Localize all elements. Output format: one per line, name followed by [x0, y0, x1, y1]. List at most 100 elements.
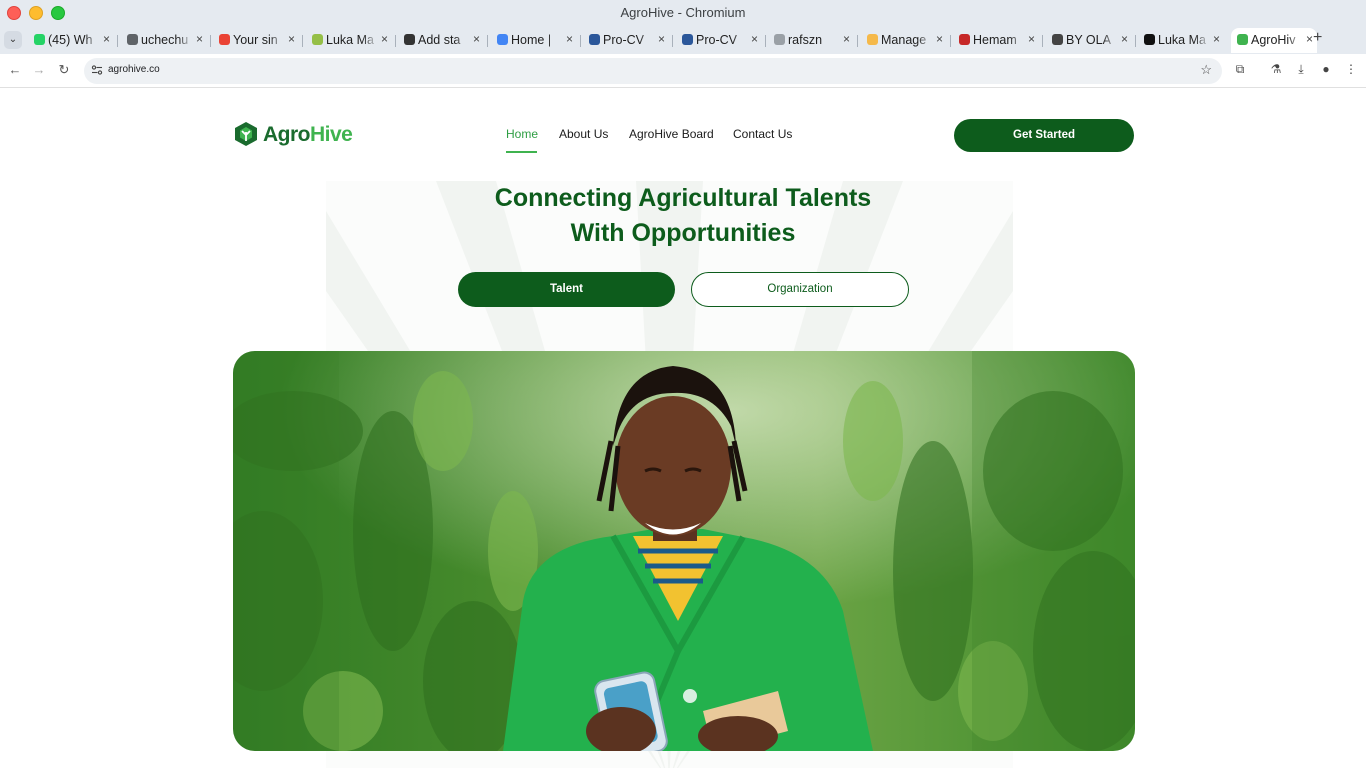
browser-tab[interactable]: Luka Ma × [1138, 28, 1224, 53]
agrohive-logo[interactable]: AgroHive [233, 121, 353, 149]
url-text: agrohive.co [108, 64, 160, 75]
luka-icon [1144, 34, 1155, 45]
tab-title: rafszn [788, 33, 823, 47]
whatsapp-icon [34, 34, 45, 45]
tab-separator [302, 35, 303, 47]
tab-title: (45) Wh [48, 33, 93, 47]
browser-tab[interactable]: Home | × [491, 28, 577, 53]
page-content: AgroHive Home About Us AgroHive Board Co… [0, 89, 1366, 768]
tab-separator [765, 35, 766, 47]
browser-tab[interactable]: Manage × [861, 28, 947, 53]
tab-close-icon[interactable]: × [843, 32, 850, 46]
hand-icon [867, 34, 878, 45]
tab-close-icon[interactable]: × [1306, 32, 1313, 46]
browser-tab[interactable]: Hemam × [953, 28, 1039, 53]
browser-tab[interactable]: AgroHiv × [1231, 28, 1317, 53]
tab-search-button[interactable]: ⌄ [4, 31, 22, 49]
tab-separator [580, 35, 581, 47]
browser-tab[interactable]: Your sin × [213, 28, 299, 53]
tab-separator [487, 35, 488, 47]
ola-icon [1052, 34, 1063, 45]
tab-close-icon[interactable]: × [381, 32, 388, 46]
hero-title-line-1: Connecting Agricultural Talents [494, 184, 872, 212]
browser-tab[interactable]: Pro-CV × [676, 28, 762, 53]
tab-close-icon[interactable]: × [473, 32, 480, 46]
talent-button[interactable]: Talent [458, 272, 675, 307]
browser-tab[interactable]: Luka Ma × [306, 28, 392, 53]
nav-agrohive-board[interactable]: AgroHive Board [629, 127, 714, 141]
browser-toolbar: ← → ↻ agrohive.co ☆ ⧉ ⚗ ⤓ ● ⋮ [0, 54, 1366, 88]
agrohive-icon [1237, 34, 1248, 45]
hero-photo-illustration [233, 351, 1135, 751]
organization-button[interactable]: Organization [691, 272, 909, 307]
word-icon [682, 34, 693, 45]
globe-icon [127, 34, 138, 45]
tab-title: BY OLA [1066, 33, 1111, 47]
browser-tab[interactable]: Pro-CV × [583, 28, 669, 53]
window-titlebar: AgroHive - Chromium [0, 0, 1366, 26]
bookmark-star-icon[interactable]: ☆ [1200, 62, 1212, 78]
tab-close-icon[interactable]: × [103, 32, 110, 46]
tab-close-icon[interactable]: × [658, 32, 665, 46]
get-started-button[interactable]: Get Started [954, 119, 1134, 152]
tab-close-icon[interactable]: × [566, 32, 573, 46]
browser-tab[interactable]: uchechu × [121, 28, 207, 53]
gmail-icon [219, 34, 230, 45]
nav-contact-us[interactable]: Contact Us [733, 127, 792, 141]
profile-avatar-icon[interactable]: ● [1318, 62, 1334, 76]
tab-separator [395, 35, 396, 47]
dot-icon [774, 34, 785, 45]
tab-close-icon[interactable]: × [196, 32, 203, 46]
tab-title: Hemam [973, 33, 1017, 47]
tab-close-icon[interactable]: × [936, 32, 943, 46]
tab-title: Manage [881, 33, 927, 47]
tab-close-icon[interactable]: × [751, 32, 758, 46]
browser-tab[interactable]: Add sta × [398, 28, 484, 53]
tab-title: Pro-CV [603, 33, 644, 47]
reload-button[interactable]: ↻ [55, 62, 73, 78]
tab-title: Add sta [418, 33, 461, 47]
browser-tab[interactable]: BY OLA × [1046, 28, 1132, 53]
tab-title: Pro-CV [696, 33, 737, 47]
address-bar[interactable]: agrohive.co ☆ [84, 58, 1222, 84]
nav-active-indicator [506, 151, 537, 153]
browser-tab[interactable]: rafszn × [768, 28, 854, 53]
window-title: AgroHive - Chromium [620, 5, 746, 20]
site-info-icon[interactable] [91, 64, 103, 76]
tab-close-icon[interactable]: × [1028, 32, 1035, 46]
tab-close-icon[interactable]: × [288, 32, 295, 46]
tab-title: Home | [511, 33, 552, 47]
word-icon [589, 34, 600, 45]
tab-separator [1042, 35, 1043, 47]
tab-title: Luka Ma [326, 33, 374, 47]
google-icon [497, 34, 508, 45]
hero-title: Connecting Agricultural Talents With Opp… [383, 181, 983, 251]
new-tab-button[interactable]: + [1313, 29, 1322, 47]
tab-separator [672, 35, 673, 47]
logo-wordmark: AgroHive [263, 123, 353, 146]
tab-separator [950, 35, 951, 47]
tab-close-icon[interactable]: × [1213, 32, 1220, 46]
back-button[interactable]: ← [6, 62, 24, 77]
browser-tab[interactable]: (45) Wh × [28, 28, 114, 53]
tab-separator [857, 35, 858, 47]
tab-title: uchechu [141, 33, 189, 47]
more-menu-icon[interactable]: ⋮ [1343, 62, 1359, 76]
github-icon [404, 34, 415, 45]
extensions-icon[interactable]: ⧉ [1232, 62, 1248, 77]
tab-close-icon[interactable]: × [1121, 32, 1128, 46]
tab-separator [210, 35, 211, 47]
hero-title-line-2: With Opportunities [570, 219, 796, 247]
forward-button[interactable]: → [30, 62, 48, 77]
tab-separator [1135, 35, 1136, 47]
nav-about-us[interactable]: About Us [559, 127, 608, 141]
tab-title: Your sin [233, 33, 278, 47]
tab-separator [117, 35, 118, 47]
tab-title: Luka Ma [1158, 33, 1206, 47]
shopify-icon [312, 34, 323, 45]
hemam-icon [959, 34, 970, 45]
hero-image [233, 351, 1135, 751]
nav-home[interactable]: Home [506, 127, 538, 141]
labs-flask-icon[interactable]: ⚗ [1268, 62, 1284, 76]
downloads-icon[interactable]: ⤓ [1293, 62, 1309, 77]
